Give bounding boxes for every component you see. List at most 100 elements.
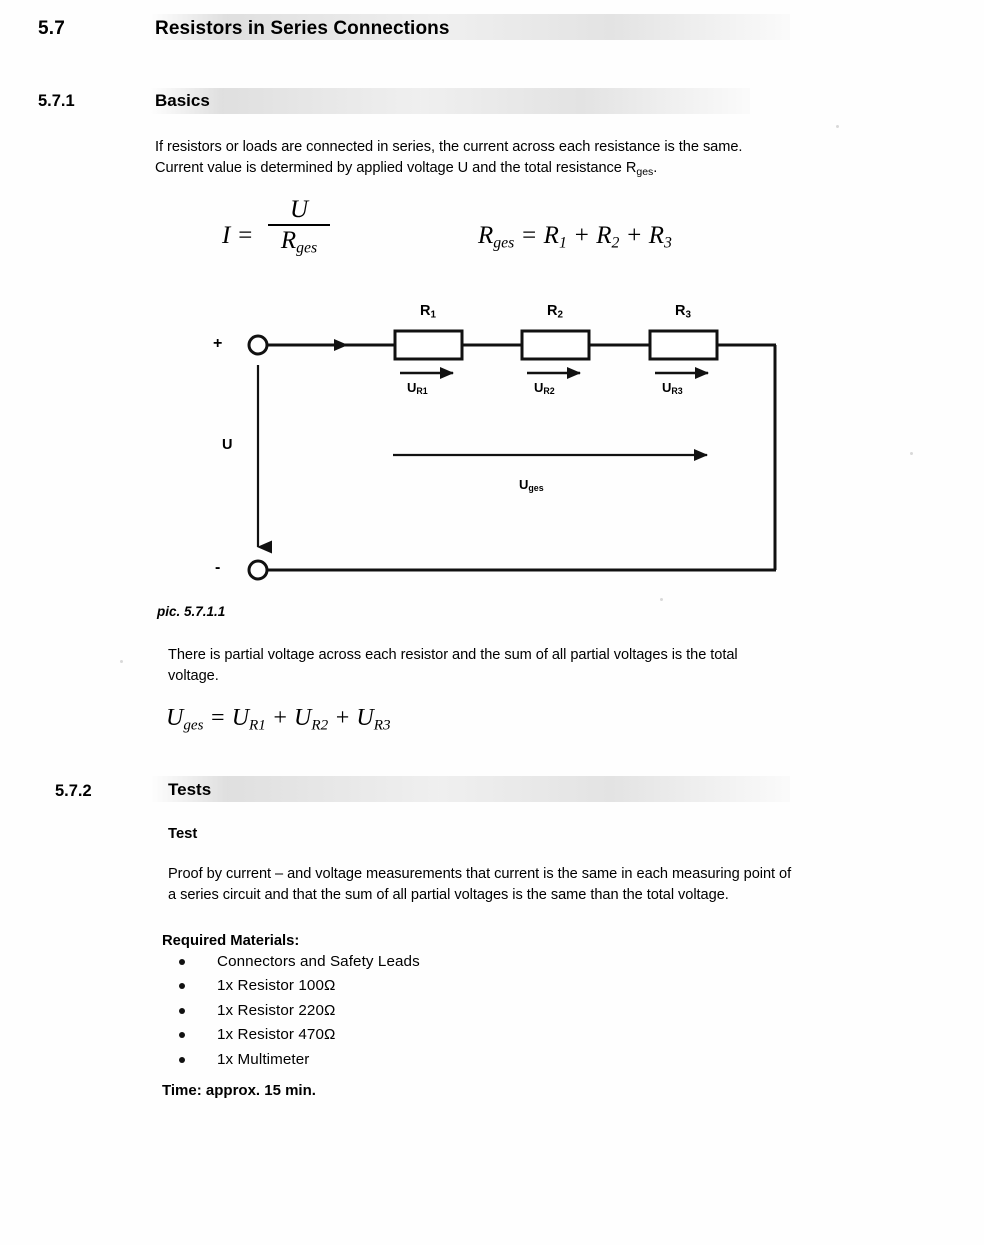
- test-description-line-1: Proof by current – and voltage measureme…: [168, 866, 792, 882]
- ur1-base: U: [407, 380, 417, 395]
- minus-terminal-label: -: [215, 559, 221, 576]
- scan-speck: [910, 452, 913, 455]
- resistor-r3-box: [648, 329, 719, 361]
- scan-shading-band: [150, 776, 790, 802]
- circuit-schematic-svg: [247, 329, 777, 581]
- test-label: Test: [168, 826, 198, 842]
- uges-sub: ges: [528, 483, 544, 494]
- uges-plus-1: +: [271, 705, 289, 731]
- formula-voltage-sum: Uges = UR1 + UR2 + UR3: [166, 705, 391, 735]
- intro-line-2-text: Current value is determined by applied v…: [155, 160, 637, 176]
- ur2-term-sub: R2: [311, 717, 329, 734]
- figure-caption: pic. 5.7.1.1: [157, 604, 226, 619]
- r3-label-base: R: [675, 303, 686, 319]
- formula-current-fraction: U Rges: [268, 197, 330, 263]
- r1-label-sub: 1: [430, 309, 436, 321]
- ur1-term-base: U: [231, 705, 250, 731]
- material-label: Connectors and Safety Leads: [217, 953, 420, 970]
- formula-current-lhs: I =: [222, 222, 254, 249]
- ur3-term-base: U: [356, 705, 374, 731]
- bullet-icon: [179, 1056, 185, 1063]
- subsection-number-571: 5.7.1: [38, 92, 75, 110]
- denominator-subscript: ges: [296, 239, 318, 257]
- scan-speck: [120, 660, 123, 663]
- resistor-r1-box: [393, 329, 464, 361]
- list-item: 1x Multimeter: [175, 1048, 595, 1072]
- basics-intro-paragraph: If resistors or loads are connected in s…: [155, 137, 915, 183]
- r3-sub: 3: [664, 234, 672, 252]
- material-label: 1x Resistor 100Ω: [217, 977, 336, 995]
- ur3-base: U: [662, 380, 672, 395]
- test-description-line-2: a series circuit and that the sum of all…: [168, 887, 729, 903]
- r1-base: R: [543, 222, 559, 249]
- plus-1: +: [573, 222, 590, 249]
- ur1-sub: R1: [416, 386, 428, 397]
- positive-terminal-node: [247, 334, 269, 356]
- bullet-icon: [179, 1007, 185, 1014]
- fraction-bar: [268, 224, 330, 226]
- scan-speck: [836, 125, 839, 128]
- intro-line-2-subscript: ges: [636, 165, 654, 178]
- fraction-numerator: U: [289, 196, 309, 223]
- ur3-sub: R3: [671, 386, 683, 397]
- r1-sub: 1: [558, 234, 567, 252]
- ur2-term-base: U: [294, 705, 312, 731]
- voltage-label-ur2: UR2: [534, 380, 555, 396]
- material-label: 1x Multimeter: [217, 1050, 310, 1068]
- list-item: Connectors and Safety Leads: [175, 950, 595, 974]
- series-circuit-figure: + - U R1 R2 R3 UR1 UR2 UR3 Uges: [195, 295, 815, 595]
- material-label: 1x Resistor 220Ω: [217, 1001, 336, 1019]
- uges-plus-2: +: [334, 705, 351, 731]
- voltage-label-ur1: UR1: [407, 380, 428, 396]
- negative-terminal-node: [247, 559, 269, 581]
- voltage-label-ur3: UR3: [662, 380, 683, 396]
- voltage-label-uges: Uges: [519, 477, 544, 493]
- r2-base: R: [596, 222, 612, 249]
- denominator-base: R: [280, 227, 297, 254]
- resistor-r2-box: [520, 329, 591, 361]
- resistor-label-r3: R3: [675, 303, 691, 320]
- r2-label-base: R: [547, 303, 558, 319]
- equals-sign: =: [520, 222, 538, 249]
- resistor-label-r2: R2: [547, 303, 563, 320]
- plus-terminal-label: +: [213, 335, 223, 352]
- list-item: 1x Resistor 470Ω: [175, 1023, 595, 1047]
- r3-base: R: [648, 222, 664, 249]
- subsection-title-basics: Basics: [155, 91, 210, 110]
- subsection-number-572: 5.7.2: [55, 782, 92, 800]
- bullet-icon: [179, 1032, 185, 1039]
- intro-line-2-period: .: [653, 160, 658, 176]
- plus-2: +: [625, 222, 643, 249]
- scan-shading-band: [150, 88, 750, 114]
- section-title: Resistors in Series Connections: [155, 18, 450, 39]
- uges-equals: =: [209, 705, 226, 731]
- list-item: 1x Resistor 220Ω: [175, 999, 595, 1023]
- bullet-icon: [179, 959, 185, 965]
- time-estimate: Time: approx. 15 min.: [162, 1082, 316, 1099]
- required-materials-heading: Required Materials:: [162, 933, 300, 949]
- rges-base: R: [478, 222, 494, 249]
- partial-voltage-paragraph: There is partial voltage across each res…: [168, 645, 928, 687]
- bullet-icon: [179, 983, 185, 990]
- r1-label-base: R: [420, 303, 431, 319]
- material-label: 1x Resistor 470Ω: [217, 1026, 336, 1044]
- resistor-label-r1: R1: [420, 303, 436, 320]
- required-materials-list: Connectors and Safety Leads 1x Resistor …: [175, 950, 595, 1072]
- source-voltage-label: U: [222, 437, 233, 453]
- rges-sub: ges: [493, 234, 515, 252]
- uges-base: U: [519, 477, 529, 492]
- ur1-term-sub: R1: [249, 717, 266, 734]
- ur2-sub: R2: [543, 386, 555, 397]
- section-number: 5.7: [38, 18, 66, 39]
- r3-label-sub: 3: [685, 309, 691, 321]
- ur2-base: U: [534, 380, 544, 395]
- partial-voltage-line-2: voltage.: [168, 668, 219, 684]
- document-page: 5.7 Resistors in Series Connections 5.7.…: [0, 0, 984, 1245]
- r2-label-sub: 2: [557, 309, 563, 321]
- scan-speck: [660, 598, 663, 601]
- subsection-title-tests: Tests: [168, 780, 212, 799]
- r2-sub: 2: [611, 234, 620, 252]
- ur3-term-sub: R3: [373, 717, 391, 734]
- uges-lhs-sub: ges: [183, 717, 204, 734]
- test-description: Proof by current – and voltage measureme…: [168, 864, 958, 906]
